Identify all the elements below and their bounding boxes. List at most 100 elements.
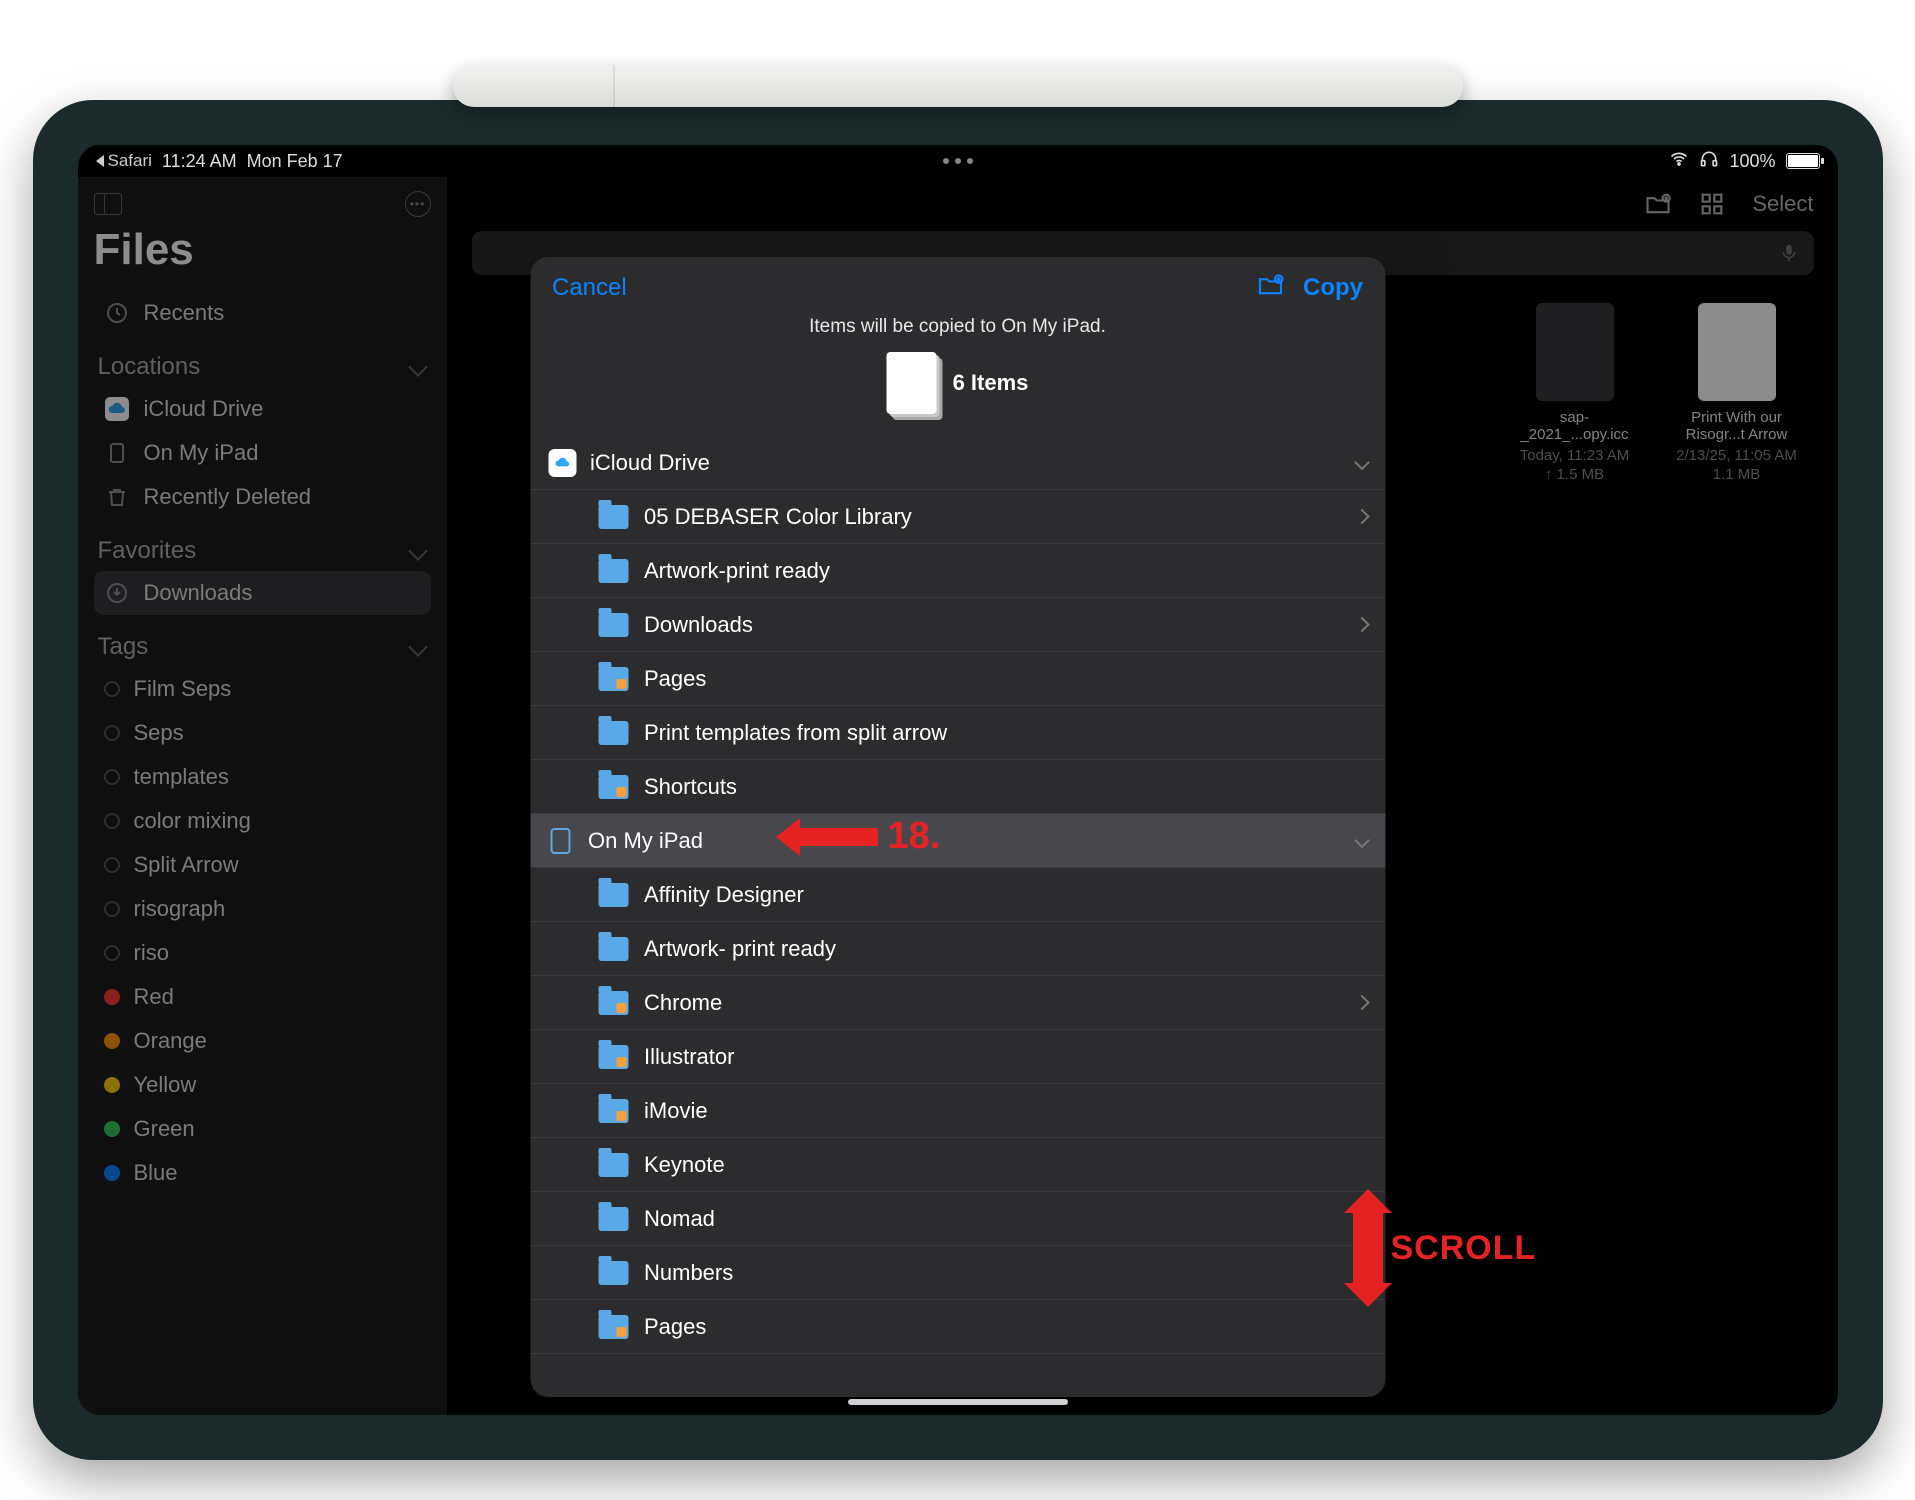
sidebar[interactable]: ••• Files Recents Locations iCloud Drive…: [78, 177, 448, 1415]
sidebar-item[interactable]: On My iPad: [94, 431, 431, 475]
tree-row-label: iCloud Drive: [590, 450, 710, 476]
back-to-app[interactable]: Safari: [96, 151, 152, 171]
annotation-step-arrow: 18.: [798, 815, 941, 858]
tag-label: Orange: [134, 1028, 207, 1054]
tree-row[interactable]: Downloads: [530, 598, 1385, 652]
sidebar-item-downloads[interactable]: Downloads: [94, 571, 431, 615]
modal-subtitle: Items will be copied to On My iPad.: [530, 316, 1385, 338]
tag-dot-icon: [104, 989, 120, 1005]
tree-row[interactable]: On My iPad: [530, 814, 1385, 868]
tree-row[interactable]: Numbers: [530, 1246, 1385, 1300]
tree-row[interactable]: Nomad: [530, 1192, 1385, 1246]
sidebar-tag[interactable]: Orange: [94, 1019, 431, 1063]
annotation-step-label: 18.: [888, 815, 941, 858]
sidebar-more-icon[interactable]: •••: [405, 191, 431, 217]
tree-row[interactable]: Pages: [530, 652, 1385, 706]
sidebar-item[interactable]: iCloud Drive: [94, 387, 431, 431]
tree-row[interactable]: Shortcuts: [530, 760, 1385, 814]
folder-icon: [598, 667, 628, 691]
file-item[interactable]: sap-_2021_...opy.iccToday, 11:23 AM↑ 1.5…: [1514, 303, 1636, 483]
sidebar-tag[interactable]: Red: [94, 975, 431, 1019]
sidebar-item-recents[interactable]: Recents: [94, 291, 431, 335]
content-toolbar: Select: [448, 177, 1838, 231]
tree-row-label: On My iPad: [588, 828, 703, 854]
sidebar-tag[interactable]: Blue: [94, 1151, 431, 1195]
sidebar-item-label: Downloads: [144, 580, 253, 606]
new-folder-icon[interactable]: [1255, 271, 1285, 304]
section-locations[interactable]: Locations: [98, 353, 431, 381]
folder-icon: [598, 991, 628, 1015]
file-size: ↑ 1.5 MB: [1514, 466, 1636, 483]
wifi-icon: [1669, 149, 1689, 174]
tree-row[interactable]: iCloud Drive: [530, 436, 1385, 490]
chevron-right-icon: [1354, 509, 1370, 525]
tag-dot-icon: [104, 1077, 120, 1093]
headphones-icon: [1699, 149, 1719, 174]
tree-row[interactable]: Affinity Designer: [530, 868, 1385, 922]
tree-row[interactable]: Artwork-print ready: [530, 544, 1385, 598]
apple-pencil: [453, 65, 1463, 107]
sidebar-tag[interactable]: Split Arrow: [94, 843, 431, 887]
tree-row[interactable]: Illustrator: [530, 1030, 1385, 1084]
download-icon: [104, 580, 130, 606]
tree-row[interactable]: Artwork- print ready: [530, 922, 1385, 976]
chevron-right-icon: [1354, 617, 1370, 633]
folder-icon: [598, 1099, 628, 1123]
tree-row-label: Chrome: [644, 990, 722, 1016]
tree-row[interactable]: Print templates from split arrow: [530, 706, 1385, 760]
tag-dot-icon: [104, 681, 120, 697]
tag-dot-icon: [104, 1165, 120, 1181]
tree-row-label: Shortcuts: [644, 774, 737, 800]
sidebar-tag[interactable]: templates: [94, 755, 431, 799]
folder-icon: [598, 775, 628, 799]
tree-row[interactable]: 05 DEBASER Color Library: [530, 490, 1385, 544]
sidebar-tag[interactable]: risograph: [94, 887, 431, 931]
new-folder-icon[interactable]: [1644, 190, 1672, 218]
battery-pct: 100%: [1729, 151, 1775, 172]
folder-icon: [598, 613, 628, 637]
tree-row-label: Downloads: [644, 612, 753, 638]
tag-label: templates: [134, 764, 229, 790]
tree-row[interactable]: iMovie: [530, 1084, 1385, 1138]
sidebar-tag[interactable]: Green: [94, 1107, 431, 1151]
icloud-icon: [104, 396, 130, 422]
section-tags[interactable]: Tags: [98, 633, 431, 661]
tree-row-label: iMovie: [644, 1098, 708, 1124]
tree-row-label: Pages: [644, 666, 706, 692]
file-thumbnail: [1698, 303, 1776, 401]
cancel-button[interactable]: Cancel: [552, 274, 627, 302]
sidebar-toggle-icon[interactable]: [94, 193, 122, 215]
annotation-scroll: SCROLL: [1353, 1211, 1537, 1285]
folder-icon: [598, 1207, 628, 1231]
sidebar-tag[interactable]: riso: [94, 931, 431, 975]
tag-label: Green: [134, 1116, 195, 1142]
destination-tree[interactable]: iCloud Drive05 DEBASER Color LibraryArtw…: [530, 436, 1385, 1397]
tag-label: Blue: [134, 1160, 178, 1186]
tag-label: Seps: [134, 720, 184, 746]
sidebar-item[interactable]: Recently Deleted: [94, 475, 431, 519]
tree-row[interactable]: Chrome: [530, 976, 1385, 1030]
sidebar-tag[interactable]: color mixing: [94, 799, 431, 843]
file-title: sap-_2021_...opy.icc: [1514, 409, 1636, 445]
annotation-scroll-label: SCROLL: [1391, 1229, 1537, 1268]
tree-row[interactable]: Pages: [530, 1300, 1385, 1354]
tree-row-label: Artwork- print ready: [644, 936, 836, 962]
tree-row[interactable]: Keynote: [530, 1138, 1385, 1192]
app-title: Files: [94, 225, 431, 275]
sidebar-tag[interactable]: Seps: [94, 711, 431, 755]
file-item[interactable]: Print With our Risogr...t Arrow2/13/25, …: [1676, 303, 1798, 483]
sidebar-tag[interactable]: Yellow: [94, 1063, 431, 1107]
copy-button[interactable]: Copy: [1303, 274, 1363, 302]
section-favorites[interactable]: Favorites: [98, 537, 431, 565]
select-button[interactable]: Select: [1752, 191, 1813, 217]
folder-icon: [598, 505, 628, 529]
tag-dot-icon: [104, 901, 120, 917]
sidebar-tag[interactable]: Film Seps: [94, 667, 431, 711]
tag-label: riso: [134, 940, 169, 966]
clock-icon: [104, 300, 130, 326]
home-indicator[interactable]: [848, 1399, 1068, 1405]
tag-label: Yellow: [134, 1072, 197, 1098]
multitask-dots[interactable]: [943, 158, 973, 164]
view-grid-icon[interactable]: [1698, 190, 1726, 218]
screen: Safari 11:24 AM Mon Feb 17 100%: [78, 145, 1838, 1415]
